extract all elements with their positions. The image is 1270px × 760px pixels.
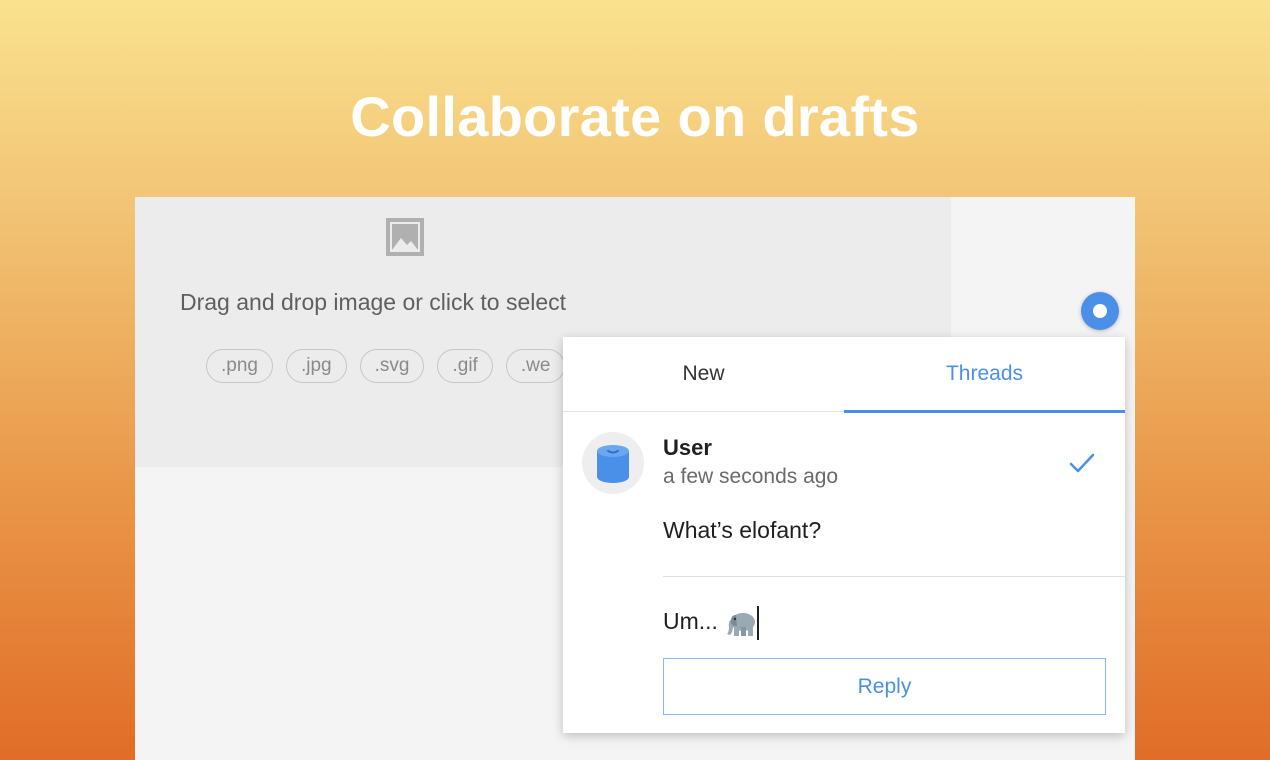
format-chip-webp: .we <box>505 349 566 383</box>
tab-new[interactable]: New <box>563 337 844 412</box>
comments-tabs: New Threads <box>563 337 1125 413</box>
page-headline: Collaborate on drafts <box>350 85 920 148</box>
comments-panel: New Threads User a few seconds ago What’… <box>563 337 1125 733</box>
reply-button[interactable]: Reply <box>663 658 1106 715</box>
format-chip-gif: .gif <box>437 349 493 383</box>
thread-message: What’s elofant? <box>663 517 822 543</box>
format-chip-svg: .svg <box>359 349 425 383</box>
elephant-emoji-icon <box>725 607 757 639</box>
thread-divider <box>663 576 1125 577</box>
avatar <box>582 432 644 494</box>
reply-draft-text: Um... <box>663 608 718 634</box>
file-format-list: .png .jpg .svg .gif .we <box>206 349 566 383</box>
database-avatar-icon <box>597 445 629 483</box>
thread-timestamp: a few seconds ago <box>663 465 839 488</box>
format-chip-jpg: .jpg <box>285 349 347 383</box>
comment-dot-icon[interactable] <box>1081 292 1119 330</box>
text-caret <box>756 605 759 640</box>
reply-input[interactable]: Um... <box>663 601 1103 641</box>
checkmark-icon[interactable] <box>1068 450 1096 476</box>
tab-threads[interactable]: Threads <box>844 337 1125 413</box>
image-icon <box>386 218 424 256</box>
thread-author: User <box>663 435 712 460</box>
dropzone-instruction: Drag and drop image or click to select <box>180 289 567 315</box>
format-chip-png: .png <box>206 349 273 383</box>
